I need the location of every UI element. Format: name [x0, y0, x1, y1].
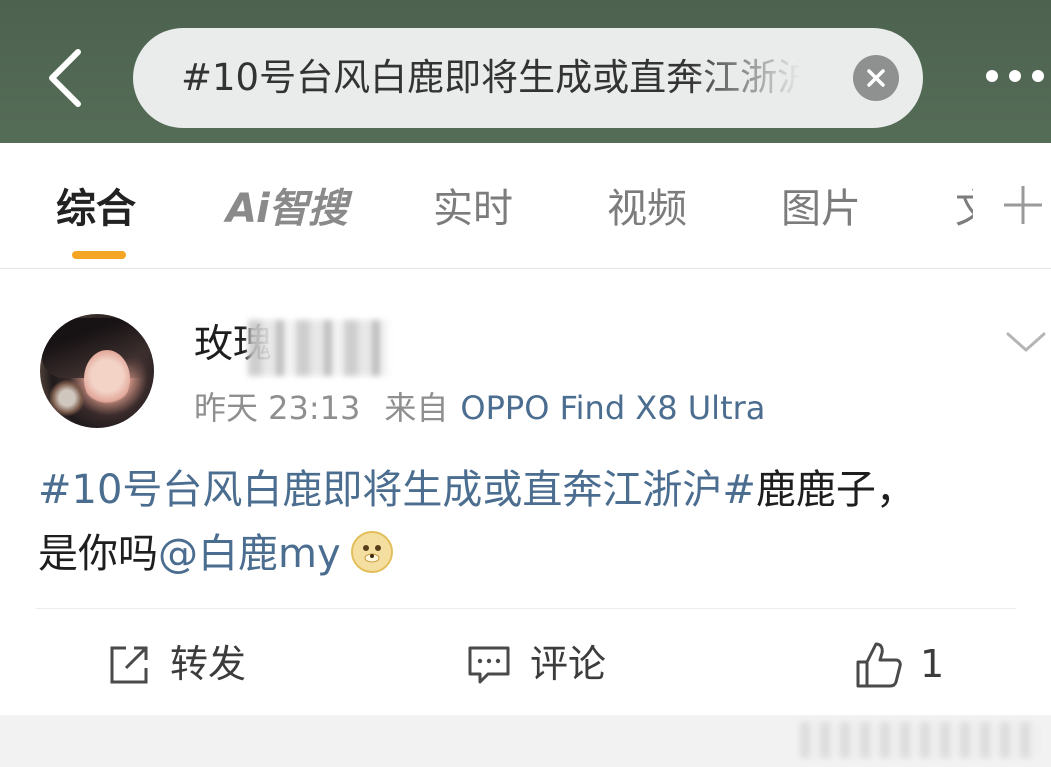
tab-comprehensive[interactable]: 综合 [56, 181, 136, 237]
back-arrow-icon [49, 49, 81, 107]
chevron-down-icon [1006, 332, 1046, 352]
more-options-button[interactable] [982, 60, 1048, 94]
comment-label: 评论 [530, 642, 607, 686]
tab-images[interactable]: 图片 [781, 181, 861, 237]
post-mention[interactable]: @白鹿my [158, 531, 341, 577]
doge-emoji-icon [350, 531, 393, 573]
repost-label: 转发 [170, 642, 247, 686]
like-count: 1 [920, 642, 945, 686]
watermark [800, 722, 1040, 758]
post-text: 是你吗 [38, 531, 158, 577]
tab-video[interactable]: 视频 [607, 181, 687, 237]
back-button[interactable] [40, 46, 92, 110]
post-menu-button[interactable] [1004, 324, 1048, 358]
search-field[interactable]: #10号台风白鹿即将生成或直奔江浙沪 [133, 28, 923, 128]
divider [36, 608, 1016, 609]
post-hashtag[interactable]: #10号台风白鹿即将生成或直奔江浙沪# [38, 467, 756, 513]
comment-icon [468, 646, 510, 684]
like-button[interactable]: 1 [854, 630, 964, 698]
like-icon [856, 642, 902, 688]
add-tab-button[interactable] [1000, 182, 1046, 228]
clear-search-button[interactable] [853, 55, 899, 101]
active-tab-indicator [72, 251, 126, 259]
search-query[interactable]: #10号台风白鹿即将生成或直奔江浙沪 [181, 54, 801, 102]
username-redaction [248, 320, 388, 376]
clear-icon [867, 69, 885, 87]
repost-button[interactable]: 转发 [106, 630, 266, 698]
plus-icon [1004, 186, 1042, 224]
avatar[interactable] [40, 314, 154, 428]
top-bar: #10号台风白鹿即将生成或直奔江浙沪 [0, 0, 1051, 143]
post-text: 鹿鹿子， [755, 467, 916, 513]
search-tabs: 综合 Ai智搜 实时 视频 图片 文 [0, 143, 1051, 269]
post-source-device[interactable]: OPPO Find X8 Ultra [460, 389, 765, 427]
tab-article[interactable]: 文 [955, 181, 973, 237]
weibo-post-card: 玫瑰 昨天 23:13 来自 OPPO Find X8 Ultra #10号台风白鹿… [0, 270, 1051, 715]
comment-button[interactable]: 评论 [466, 630, 626, 698]
repost-icon [110, 646, 148, 684]
post-content: #10号台风白鹿即将生成或直奔江浙沪#鹿鹿子， 是你吗@白鹿my [38, 458, 1018, 586]
post-time: 昨天 23:13 [194, 389, 361, 427]
source-label: 来自 [384, 389, 449, 427]
post-meta: 昨天 23:13 来自 OPPO Find X8 Ultra [194, 386, 765, 430]
tab-ai-search[interactable]: Ai智搜 [226, 181, 348, 237]
tab-realtime[interactable]: 实时 [433, 181, 513, 237]
